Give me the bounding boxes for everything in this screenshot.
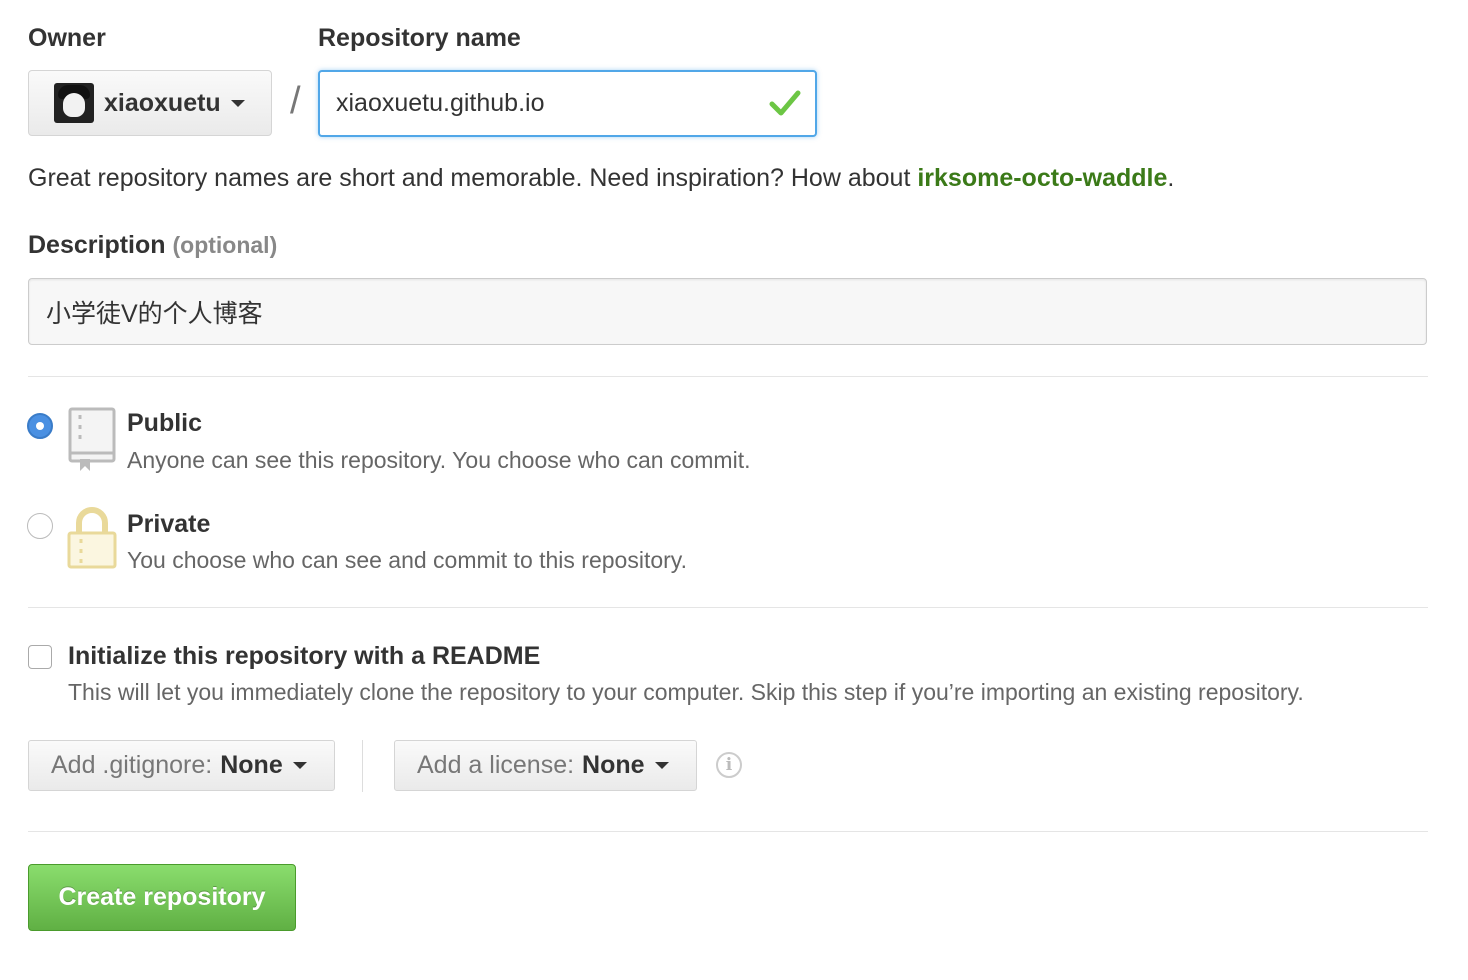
license-select-button[interactable]: Add a license: None	[394, 740, 697, 791]
divider	[28, 376, 1428, 377]
public-radio[interactable]	[27, 413, 53, 439]
checkmark-icon	[769, 90, 801, 116]
repository-name-value: xiaoxuetu.github.io	[336, 89, 545, 117]
private-radio[interactable]	[27, 513, 53, 539]
public-title: Public	[127, 409, 203, 437]
description-input[interactable]: 小学徒V的个人博客	[28, 278, 1427, 345]
description-label: Description (optional)	[28, 231, 278, 259]
divider	[28, 831, 1428, 832]
description-value: 小学徒V的个人博客	[46, 299, 263, 328]
repository-name-input[interactable]: xiaoxuetu.github.io	[318, 70, 817, 137]
readme-description: This will let you immediately clone the …	[68, 679, 1304, 705]
name-suggestion-link[interactable]: irksome-octo-waddle	[917, 164, 1167, 192]
gitignore-select-button[interactable]: Add .gitignore: None	[28, 740, 335, 791]
optional-note: (optional)	[172, 232, 278, 258]
create-repository-button[interactable]: Create repository	[28, 864, 296, 931]
repo-book-icon	[68, 407, 116, 471]
avatar	[54, 83, 94, 123]
chevron-down-icon	[230, 99, 245, 107]
readme-checkbox[interactable]	[28, 645, 52, 669]
owner-name: xiaoxuetu	[104, 88, 221, 117]
chevron-down-icon	[292, 762, 307, 769]
readme-title: Initialize this repository with a README	[68, 642, 541, 670]
chevron-down-icon	[654, 762, 669, 769]
owner-select-button[interactable]: xiaoxuetu	[28, 70, 272, 136]
repository-name-hint: Great repository names are short and mem…	[28, 164, 1175, 192]
lock-icon	[67, 507, 117, 569]
info-icon[interactable]: i	[716, 752, 742, 778]
owner-repo-separator: /	[290, 80, 301, 122]
vertical-divider	[362, 740, 363, 792]
divider	[28, 607, 1428, 608]
public-description: Anyone can see this repository. You choo…	[127, 447, 751, 473]
repository-name-label: Repository name	[318, 24, 521, 52]
private-title: Private	[127, 510, 211, 538]
private-description: You choose who can see and commit to thi…	[127, 547, 687, 573]
owner-label: Owner	[28, 24, 106, 52]
